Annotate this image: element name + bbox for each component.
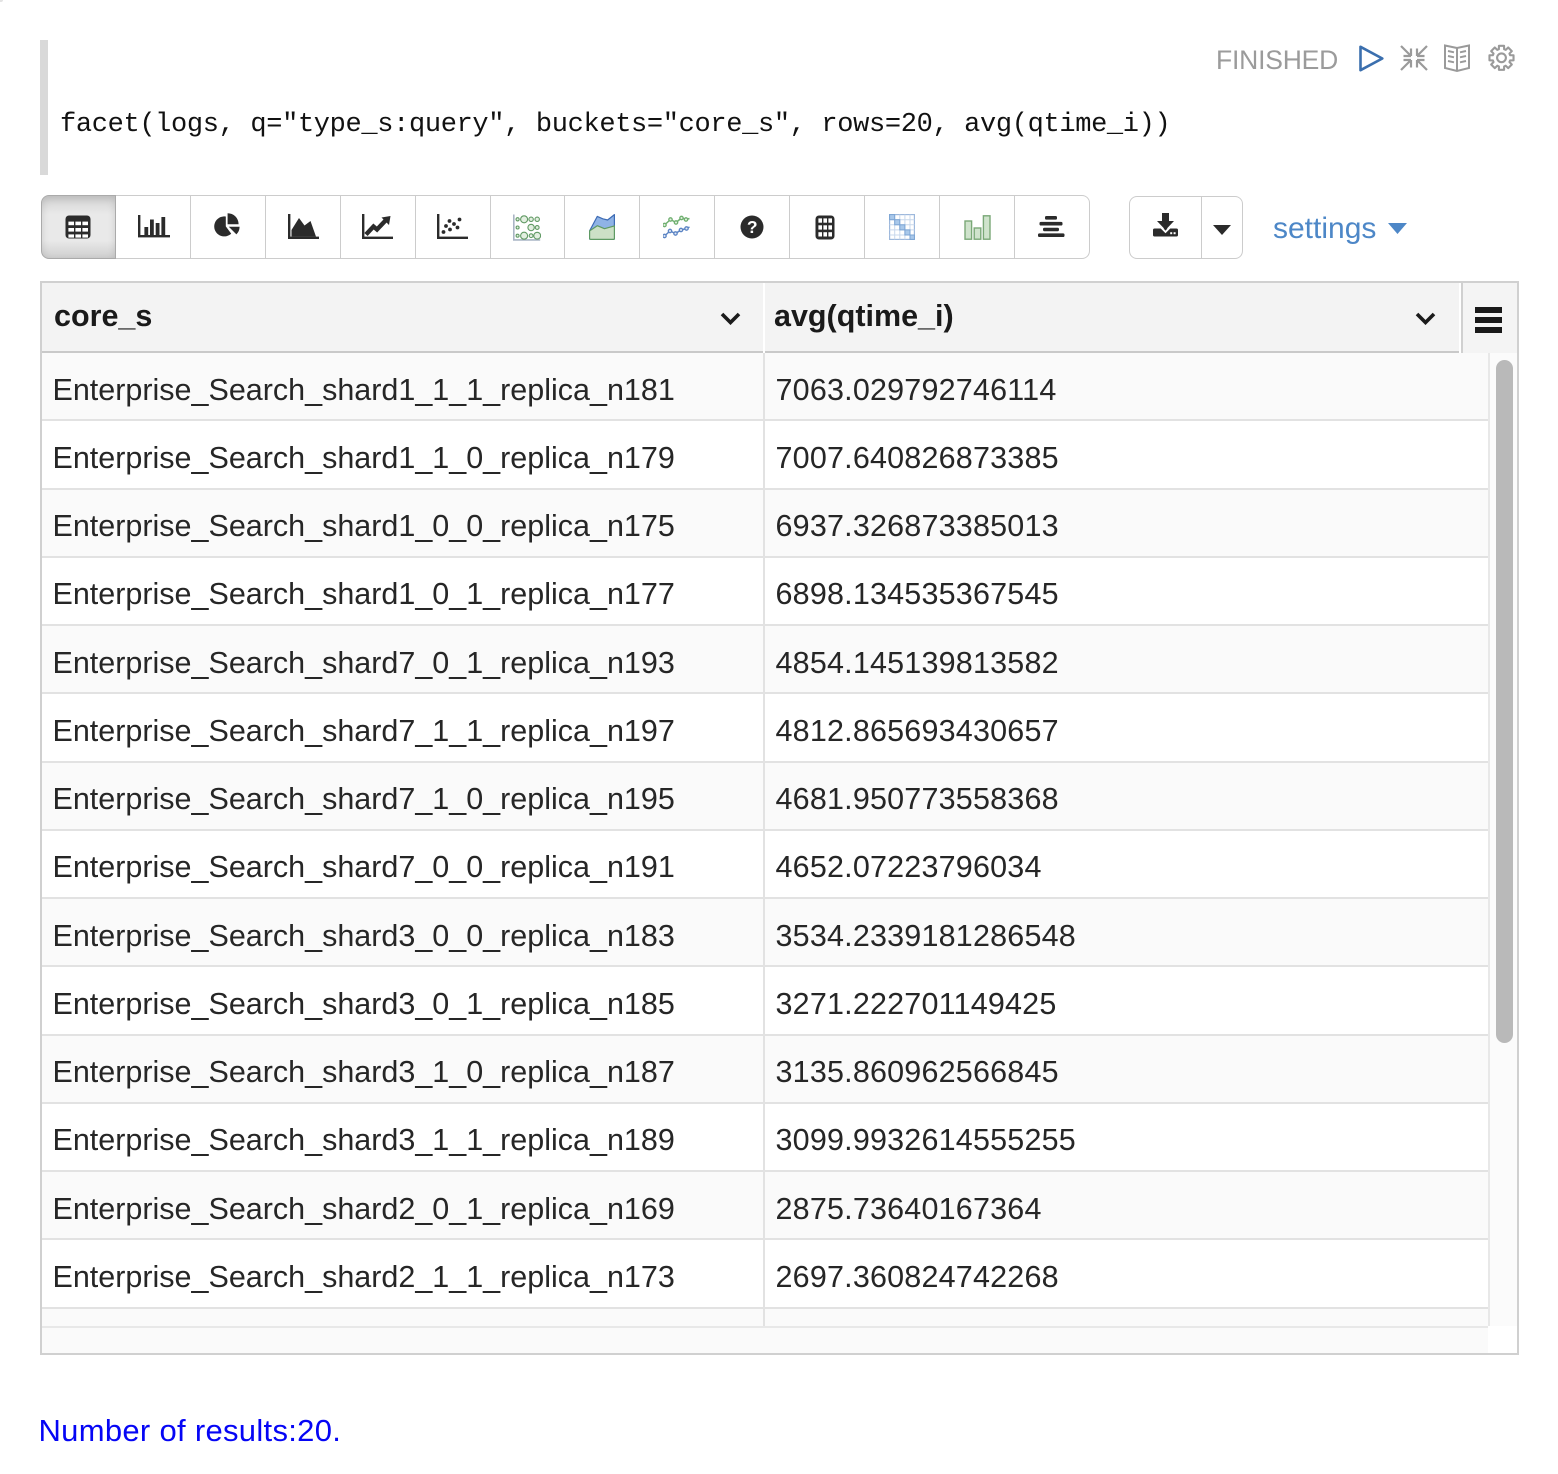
svg-text:?: ? xyxy=(747,217,758,237)
